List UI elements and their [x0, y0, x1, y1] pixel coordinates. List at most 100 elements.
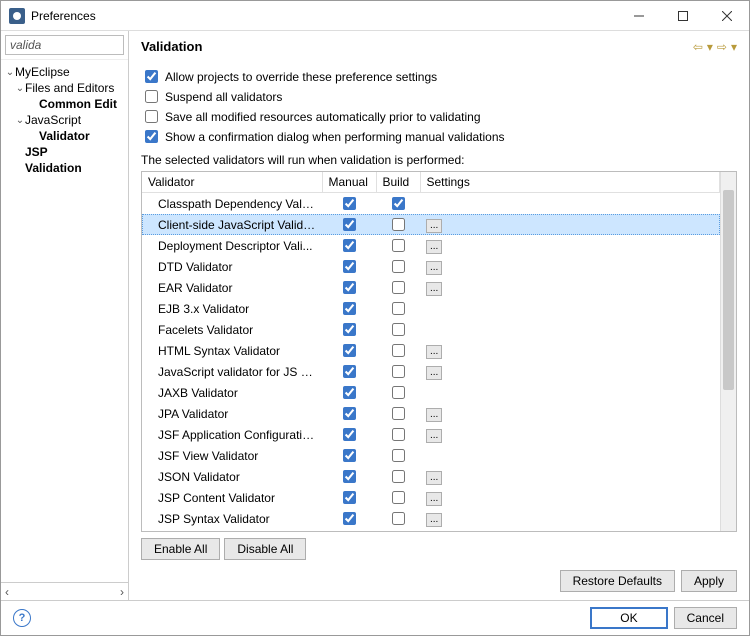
saveall-checkbox[interactable] [145, 110, 158, 123]
build-checkbox[interactable] [392, 428, 405, 441]
settings-button[interactable]: ... [426, 219, 442, 233]
manual-checkbox[interactable] [343, 365, 356, 378]
manual-checkbox[interactable] [343, 491, 356, 504]
manual-checkbox[interactable] [343, 407, 356, 420]
restore-defaults-button[interactable]: Restore Defaults [560, 570, 675, 592]
enable-all-button[interactable]: Enable All [141, 538, 220, 560]
manual-checkbox[interactable] [343, 302, 356, 315]
cancel-button[interactable]: Cancel [674, 607, 737, 629]
manual-checkbox[interactable] [343, 512, 356, 525]
option-saveall[interactable]: Save all modified resources automaticall… [141, 107, 737, 126]
build-checkbox[interactable] [392, 365, 405, 378]
tree-node[interactable]: ⌄Files and Editors [1, 80, 128, 96]
filter-input[interactable] [5, 35, 124, 55]
dropdown-icon[interactable]: ▾ [731, 40, 737, 54]
column-validator[interactable]: Validator [142, 172, 322, 193]
settings-button[interactable]: ... [426, 513, 442, 527]
maximize-button[interactable] [661, 2, 705, 30]
build-checkbox[interactable] [392, 260, 405, 273]
build-checkbox[interactable] [392, 323, 405, 336]
settings-button[interactable]: ... [426, 492, 442, 506]
tree-node[interactable]: Validation [1, 160, 128, 176]
tree-node[interactable]: Common Edit [1, 96, 128, 112]
manual-checkbox[interactable] [343, 218, 356, 231]
validator-row[interactable]: HTML Syntax Validator... [142, 340, 720, 361]
settings-button[interactable]: ... [426, 261, 442, 275]
manual-checkbox[interactable] [343, 323, 356, 336]
minimize-button[interactable] [617, 2, 661, 30]
manual-checkbox[interactable] [343, 239, 356, 252]
column-build[interactable]: Build [376, 172, 420, 193]
build-checkbox[interactable] [392, 239, 405, 252]
build-checkbox[interactable] [392, 512, 405, 525]
column-manual[interactable]: Manual [322, 172, 376, 193]
option-override[interactable]: Allow projects to override these prefere… [141, 67, 737, 86]
validator-row[interactable]: JavaScript validator for JS files... [142, 361, 720, 382]
collapse-icon[interactable]: ⌄ [15, 115, 25, 126]
validator-row[interactable]: EAR Validator... [142, 277, 720, 298]
scrollbar-thumb[interactable] [723, 190, 734, 390]
validator-row[interactable]: Report Validator [142, 529, 720, 531]
build-checkbox[interactable] [392, 449, 405, 462]
collapse-icon[interactable]: ⌄ [15, 83, 25, 94]
validator-row[interactable]: Deployment Descriptor Vali...... [142, 235, 720, 256]
validator-row[interactable]: JPA Validator... [142, 403, 720, 424]
validator-row[interactable]: DTD Validator... [142, 256, 720, 277]
manual-checkbox[interactable] [343, 386, 356, 399]
apply-button[interactable]: Apply [681, 570, 737, 592]
validator-row[interactable]: JSP Syntax Validator... [142, 508, 720, 529]
validator-row[interactable]: JSP Content Validator... [142, 487, 720, 508]
manual-checkbox[interactable] [343, 281, 356, 294]
option-suspend[interactable]: Suspend all validators [141, 87, 737, 106]
confirm-checkbox[interactable] [145, 130, 158, 143]
vertical-scrollbar[interactable] [720, 172, 736, 531]
build-checkbox[interactable] [392, 470, 405, 483]
preferences-tree[interactable]: ⌄MyEclipse⌄Files and EditorsCommon Edit⌄… [1, 60, 128, 582]
validator-row[interactable]: EJB 3.x Validator [142, 298, 720, 319]
tree-node[interactable]: Validator [1, 128, 128, 144]
validators-table-scroll[interactable]: Validator Manual Build Settings Classpat… [142, 172, 720, 531]
validator-row[interactable]: JSF View Validator [142, 445, 720, 466]
tree-node[interactable]: JSP [1, 144, 128, 160]
validator-row[interactable]: Facelets Validator [142, 319, 720, 340]
manual-checkbox[interactable] [343, 470, 356, 483]
settings-button[interactable]: ... [426, 345, 442, 359]
option-confirm[interactable]: Show a confirmation dialog when performi… [141, 127, 737, 146]
collapse-icon[interactable]: ⌄ [5, 67, 15, 78]
disable-all-button[interactable]: Disable All [224, 538, 306, 560]
menu-icon[interactable]: ⇨ [717, 40, 727, 54]
validator-row[interactable]: JAXB Validator [142, 382, 720, 403]
build-checkbox[interactable] [392, 344, 405, 357]
manual-checkbox[interactable] [343, 260, 356, 273]
validator-row[interactable]: JSON Validator... [142, 466, 720, 487]
validator-row[interactable]: Client-side JavaScript Valida...... [142, 214, 720, 235]
build-checkbox[interactable] [392, 302, 405, 315]
override-checkbox[interactable] [145, 70, 158, 83]
settings-button[interactable]: ... [426, 282, 442, 296]
validator-row[interactable]: JSF Application Configuratio...... [142, 424, 720, 445]
build-checkbox[interactable] [392, 491, 405, 504]
build-checkbox[interactable] [392, 281, 405, 294]
close-button[interactable] [705, 2, 749, 30]
column-settings[interactable]: Settings [420, 172, 720, 193]
help-icon[interactable]: ? [13, 609, 31, 627]
tree-node[interactable]: ⌄JavaScript [1, 112, 128, 128]
build-checkbox[interactable] [392, 197, 405, 210]
build-checkbox[interactable] [392, 218, 405, 231]
validator-row[interactable]: Classpath Dependency Valid... [142, 193, 720, 215]
manual-checkbox[interactable] [343, 428, 356, 441]
settings-button[interactable]: ... [426, 471, 442, 485]
suspend-checkbox[interactable] [145, 90, 158, 103]
settings-button[interactable]: ... [426, 366, 442, 380]
scroll-left-icon[interactable]: ‹ [5, 585, 9, 599]
settings-button[interactable]: ... [426, 240, 442, 254]
forward-icon[interactable]: ▾ [707, 40, 713, 54]
sidebar-horizontal-scroll[interactable]: ‹ › [1, 582, 128, 600]
ok-button[interactable]: OK [590, 607, 667, 629]
build-checkbox[interactable] [392, 386, 405, 399]
manual-checkbox[interactable] [343, 197, 356, 210]
manual-checkbox[interactable] [343, 449, 356, 462]
tree-node[interactable]: ⌄MyEclipse [1, 64, 128, 80]
scroll-right-icon[interactable]: › [120, 585, 124, 599]
settings-button[interactable]: ... [426, 408, 442, 422]
